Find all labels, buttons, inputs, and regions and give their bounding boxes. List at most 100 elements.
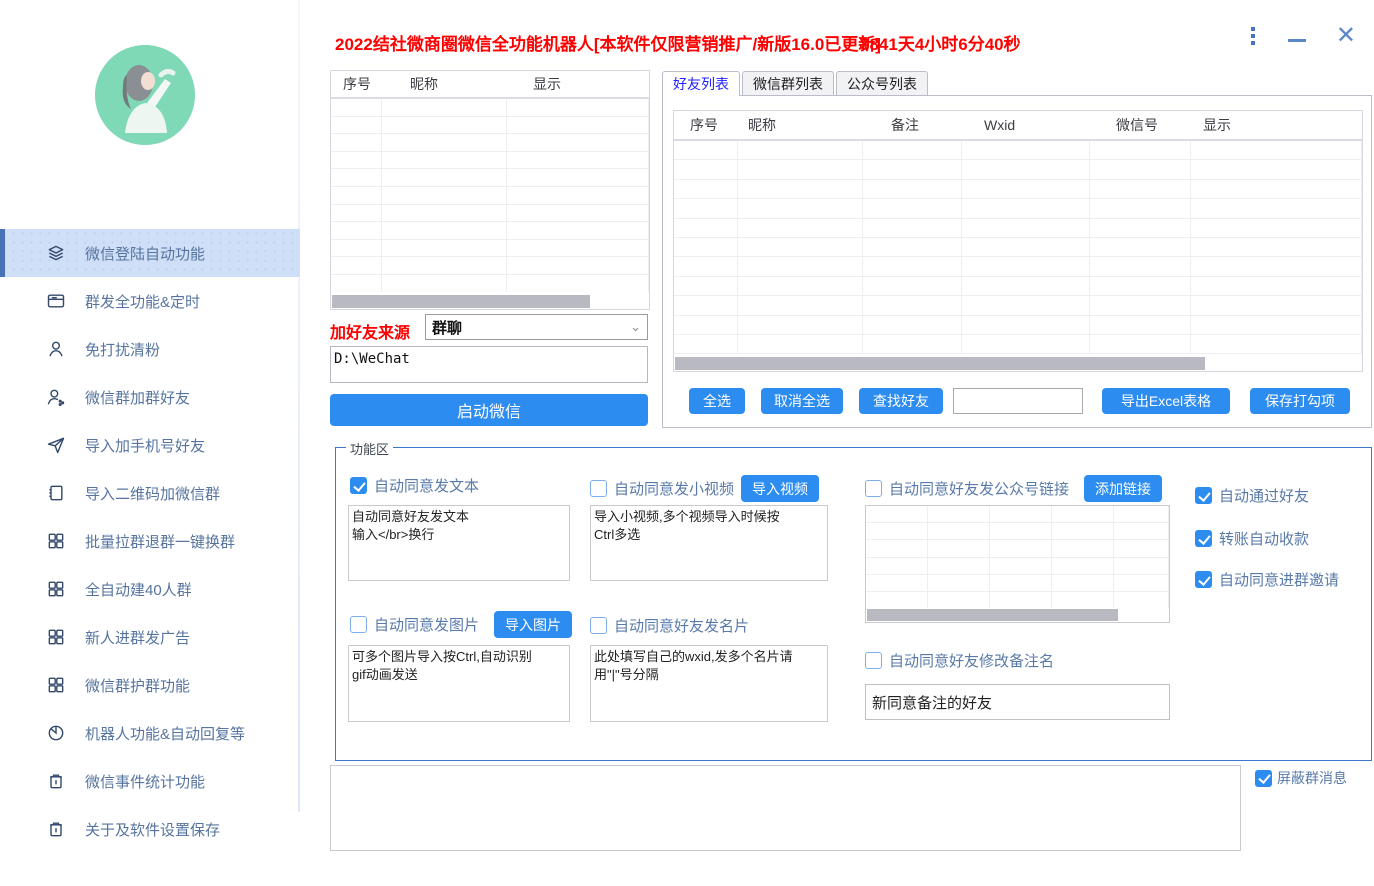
sidebar-item-auto-build-40-group[interactable]: 全自动建40人群 <box>0 565 300 613</box>
sidebar-item-robot-autoreply[interactable]: 机器人功能&自动回复等 <box>0 709 300 757</box>
auto-pass-friend-checkbox[interactable] <box>1195 487 1212 504</box>
start-wechat-button[interactable]: 启动微信 <box>330 394 648 426</box>
auto-link-checkbox[interactable] <box>865 480 882 497</box>
horizontal-scrollbar[interactable] <box>675 357 1205 370</box>
auto-remark-row: 自动同意好友修改备注名 <box>865 650 1054 671</box>
app-title: 2022结社微商圈微信全功能机器人[本软件仅限营销推广/新版16.0已更新] <box>335 30 881 55</box>
sidebar-item-label: 关于及软件设置保存 <box>85 819 220 840</box>
add-link-button[interactable]: 添加链接 <box>1084 475 1162 502</box>
select-all-button[interactable]: 全选 <box>689 388 745 414</box>
account-table-body[interactable] <box>331 99 649 292</box>
person-icon <box>45 338 67 360</box>
sidebar-item-wechat-login-auto[interactable]: 微信登陆自动功能 <box>0 229 300 277</box>
auto-image-checkbox[interactable] <box>350 616 367 633</box>
remark-input[interactable] <box>865 684 1170 720</box>
find-friend-input[interactable] <box>953 388 1083 414</box>
block-group-msg-row: 屏蔽群消息 <box>1255 768 1347 788</box>
deselect-all-button[interactable]: 取消全选 <box>761 388 843 414</box>
auto-image-textarea[interactable]: 可多个图片导入按Ctrl,自动识别 gif动画发送 <box>348 645 570 722</box>
column-header: 显示 <box>1191 115 1231 135</box>
auto-text-row: 自动同意发文本 <box>350 475 479 496</box>
chevron-down-icon: ⌄ <box>630 319 641 335</box>
auto-text-textarea[interactable]: 自动同意好友发文本 输入</br>换行 <box>348 505 570 581</box>
auto-card-textarea[interactable]: 此处填写自己的wxid,发多个名片请 用"|"号分隔 <box>590 645 828 722</box>
minimize-icon[interactable] <box>1288 39 1306 42</box>
link-table-body[interactable] <box>866 506 1169 608</box>
column-header: 备注 <box>863 115 962 135</box>
friend-actions-bar: 全选 取消全选 查找好友 导出Excel表格 保存打勾项 <box>663 388 1373 415</box>
tab-official-account-list[interactable]: 公众号列表 <box>836 71 928 96</box>
friend-table-body[interactable] <box>674 141 1362 355</box>
person-add-icon <box>45 386 67 408</box>
save-checked-button[interactable]: 保存打勾项 <box>1250 388 1350 414</box>
column-header: 显示 <box>507 74 561 94</box>
import-image-button[interactable]: 导入图片 <box>494 611 572 638</box>
horizontal-scrollbar[interactable] <box>332 295 590 308</box>
sidebar: 微信登陆自动功能 群发全功能&定时 免打扰清粉 微信群加群好友 <box>0 0 300 886</box>
menu-dots-icon[interactable] <box>1248 24 1258 48</box>
find-friend-button[interactable]: 查找好友 <box>859 388 943 414</box>
auto-collect-transfer-label: 转账自动收款 <box>1219 528 1309 549</box>
sidebar-item-group-guard[interactable]: 微信群护群功能 <box>0 661 300 709</box>
tab-friend-list[interactable]: 好友列表 <box>662 71 740 96</box>
sidebar-item-label: 机器人功能&自动回复等 <box>85 723 245 744</box>
layers-icon <box>45 242 67 264</box>
trash-icon <box>45 770 67 792</box>
sidebar-item-clean-fans[interactable]: 免打扰清粉 <box>0 325 300 373</box>
horizontal-scrollbar[interactable] <box>867 609 1118 621</box>
grid-icon <box>45 530 67 552</box>
auto-video-checkbox[interactable] <box>590 480 607 497</box>
auto-remark-checkbox[interactable] <box>865 652 882 669</box>
friend-table-header: 序号 昵称 备注 Wxid 微信号 显示 <box>674 111 1362 141</box>
sidebar-item-label: 群发全功能&定时 <box>85 291 200 312</box>
auto-video-textarea[interactable]: 导入小视频,多个视频导入时候按 Ctrl多选 <box>590 505 828 581</box>
auto-accept-group-invite-row: 自动同意进群邀请 <box>1195 569 1339 590</box>
auto-image-label: 自动同意发图片 <box>374 614 479 635</box>
auto-text-checkbox[interactable] <box>350 477 367 494</box>
close-icon[interactable]: ✕ <box>1336 26 1356 46</box>
auto-pass-friend-label: 自动通过好友 <box>1219 485 1309 506</box>
column-header: 微信号 <box>1090 115 1191 135</box>
sidebar-item-group-send[interactable]: 群发全功能&定时 <box>0 277 300 325</box>
export-excel-button[interactable]: 导出Excel表格 <box>1102 388 1230 414</box>
sidebar-item-event-stats[interactable]: 微信事件统计功能 <box>0 757 300 805</box>
block-group-msg-checkbox[interactable] <box>1255 770 1272 787</box>
sidebar-item-label: 新人进群发广告 <box>85 627 190 648</box>
friend-source-value: 群聊 <box>426 317 462 338</box>
sidebar-item-about-settings[interactable]: 关于及软件设置保存 <box>0 805 300 853</box>
sidebar-item-import-qrcode-group[interactable]: 导入二维码加微信群 <box>0 469 300 517</box>
sidebar-item-batch-group-switch[interactable]: 批量拉群退群一键换群 <box>0 517 300 565</box>
auto-text-label: 自动同意发文本 <box>374 475 479 496</box>
auto-link-label: 自动同意好友发公众号链接 <box>889 478 1069 499</box>
sidebar-item-label: 批量拉群退群一键换群 <box>85 531 235 552</box>
column-header: 昵称 <box>738 115 863 135</box>
sidebar-item-label: 全自动建40人群 <box>85 579 192 600</box>
friend-source-label: 加好友来源 <box>330 319 410 343</box>
app-window: 微信登陆自动功能 群发全功能&定时 免打扰清粉 微信群加群好友 <box>0 0 1374 886</box>
auto-accept-group-invite-label: 自动同意进群邀请 <box>1219 569 1339 590</box>
auto-card-checkbox[interactable] <box>590 617 607 634</box>
link-table <box>865 505 1170 623</box>
sidebar-item-label: 免打扰清粉 <box>85 339 160 360</box>
grid-icon <box>45 674 67 696</box>
send-icon <box>45 434 67 456</box>
sidebar-item-import-phone-friends[interactable]: 导入加手机号好友 <box>0 421 300 469</box>
auto-accept-group-invite-checkbox[interactable] <box>1195 571 1212 588</box>
sidebar-item-label: 微信登陆自动功能 <box>85 243 205 264</box>
log-textarea[interactable] <box>330 765 1241 851</box>
grid-icon <box>45 626 67 648</box>
friend-list-panel: 序号 昵称 备注 Wxid 微信号 显示 全选 取消全选 查找好友 导出Exce… <box>662 95 1372 428</box>
column-header: 序号 <box>331 74 382 94</box>
account-table: 序号 昵称 显示 <box>330 70 650 310</box>
sidebar-item-group-add-friend[interactable]: 微信群加群好友 <box>0 373 300 421</box>
auto-collect-transfer-row: 转账自动收款 <box>1195 528 1309 549</box>
import-video-button[interactable]: 导入视频 <box>741 475 819 502</box>
column-header: Wxid <box>962 117 1090 133</box>
wechat-path-input[interactable] <box>330 346 648 383</box>
sidebar-item-newcomer-ad[interactable]: 新人进群发广告 <box>0 613 300 661</box>
friend-source-select[interactable]: 群聊 ⌄ <box>425 314 648 340</box>
tab-wechat-group-list[interactable]: 微信群列表 <box>742 71 834 96</box>
pie-icon <box>45 722 67 744</box>
auto-collect-transfer-checkbox[interactable] <box>1195 530 1212 547</box>
sidebar-item-label: 微信事件统计功能 <box>85 771 205 792</box>
